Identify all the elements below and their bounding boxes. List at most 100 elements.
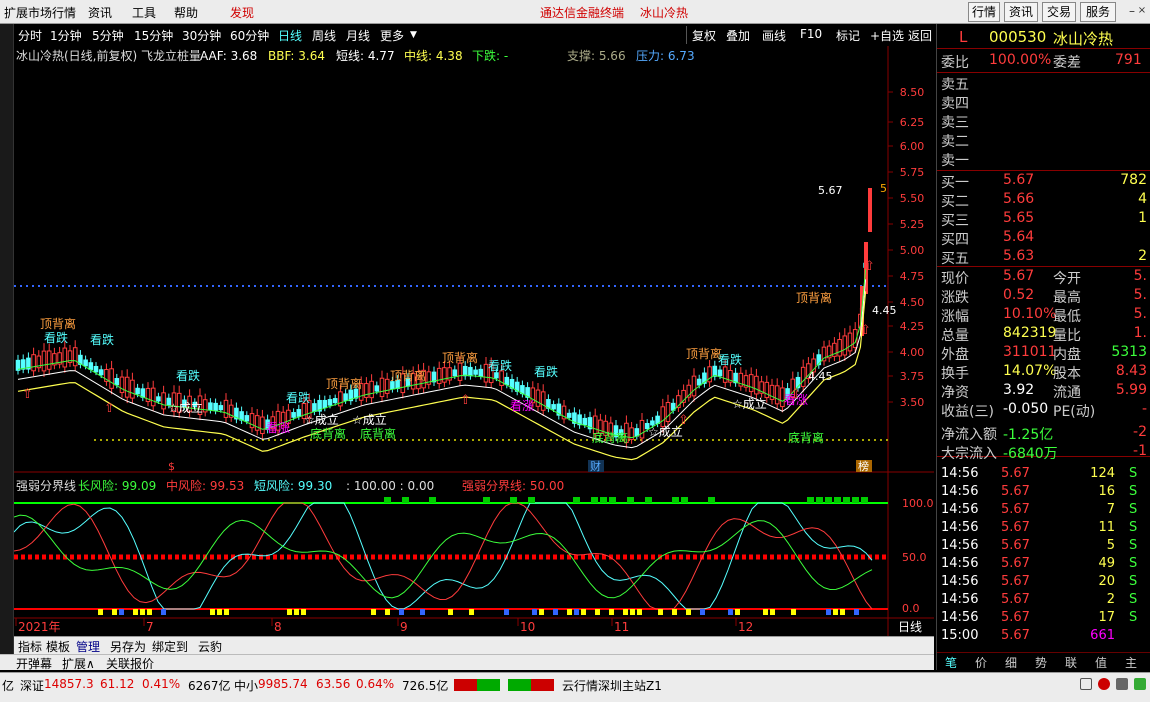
- panel-tab[interactable]: 联: [1065, 654, 1077, 671]
- lock-icon[interactable]: [1080, 678, 1092, 690]
- period-tab[interactable]: 1分钟: [50, 27, 82, 44]
- tab-related-quote[interactable]: 关联报价: [106, 655, 154, 672]
- strong-bar: [825, 497, 832, 503]
- tab-danmu[interactable]: 开弹幕: [16, 655, 52, 672]
- strong-bar: [627, 497, 634, 503]
- confirmed-label: ☆成立: [304, 412, 339, 427]
- sz-index-change: 61.12: [100, 677, 135, 691]
- button-draw-line[interactable]: 画线: [762, 27, 786, 44]
- candle-body: [223, 399, 229, 418]
- button-back[interactable]: 返回: [908, 27, 932, 44]
- tab-manage[interactable]: 管理: [76, 638, 100, 655]
- close-icon[interactable]: ×: [1134, 3, 1150, 19]
- button-quotes[interactable]: 行情: [968, 2, 1000, 22]
- period-tab[interactable]: 分时: [18, 27, 42, 44]
- panel-tab[interactable]: 势: [1035, 654, 1047, 671]
- link-stock-name[interactable]: 冰山冷热: [640, 4, 688, 21]
- chevron-down-icon[interactable]: ▼: [410, 30, 417, 40]
- divider: [937, 48, 1150, 49]
- button-mark[interactable]: 标记: [836, 27, 860, 44]
- period-tab[interactable]: 月线: [346, 27, 370, 44]
- strong-bar: [852, 497, 859, 503]
- panel-tab[interactable]: 值: [1095, 654, 1107, 671]
- signal-bar: [448, 609, 453, 615]
- strong-bar: [528, 497, 535, 503]
- candle-body: [774, 385, 780, 405]
- signal-bar: [133, 609, 138, 615]
- alert-icon[interactable]: [1098, 678, 1110, 690]
- period-tab[interactable]: 15分钟: [134, 27, 173, 44]
- period-tab[interactable]: 周线: [312, 27, 336, 44]
- down-label: 下跌: -: [472, 48, 508, 63]
- formula-tabs: 指标 模板 管理 另存为 绑定到 云豹: [14, 636, 934, 654]
- tab-yunbao[interactable]: 云豹: [198, 638, 222, 655]
- button-trade[interactable]: 交易: [1042, 2, 1076, 22]
- menu-item-help[interactable]: 帮助: [174, 4, 198, 21]
- indicator-tick-label: 0.0: [902, 602, 920, 615]
- confirmed-label: ☆成立: [352, 412, 387, 427]
- tab-indicator[interactable]: 指标: [18, 638, 42, 655]
- candle-body: [218, 405, 224, 411]
- watch-fall-label: 看跌: [718, 352, 742, 367]
- candle-body: [384, 378, 390, 394]
- period-tab[interactable]: 30分钟: [182, 27, 221, 44]
- link-tdx-terminal[interactable]: 通达信金融终端: [540, 4, 624, 21]
- extra-tabs: 开弹幕 扩展∧ 关联报价: [0, 654, 934, 672]
- period-tab[interactable]: 5分钟: [92, 27, 124, 44]
- date-label: 7: [146, 620, 154, 634]
- panel-tab[interactable]: 价: [975, 654, 987, 671]
- top-divergence-label: 顶背离: [686, 346, 722, 361]
- candle-body: [494, 372, 499, 379]
- quote-row: 涨跌 0.52 最高 5.: [941, 287, 1147, 306]
- market-breadth-icon: [508, 679, 554, 691]
- period-tab-more[interactable]: 更多: [380, 27, 404, 44]
- date-label: 12: [738, 620, 753, 634]
- candle-body: [696, 378, 702, 386]
- signal-bar: [672, 609, 677, 615]
- menu-item-ext-market[interactable]: 扩展市场行情: [4, 4, 76, 21]
- period-tab-active[interactable]: 日线: [278, 27, 302, 44]
- buy-arrow-icon: ⇧: [678, 413, 689, 428]
- panel-tab[interactable]: 细: [1005, 654, 1017, 671]
- status-bar: 亿 深证 14857.3 61.12 0.41% 6267亿 中小 9985.7…: [0, 672, 1150, 702]
- button-service[interactable]: 服务: [1080, 2, 1116, 22]
- signal-bar: [826, 609, 831, 615]
- candle-body: [582, 417, 588, 426]
- candle-body: [244, 415, 250, 422]
- quote-row: 总量 842319 量比 1.: [941, 325, 1147, 344]
- signal-bar: [532, 609, 537, 615]
- signal-bar: [623, 609, 628, 615]
- tab-bind-to[interactable]: 绑定到: [152, 638, 188, 655]
- candle-body: [296, 409, 302, 417]
- menu-item-news[interactable]: 资讯: [88, 4, 112, 21]
- top-divergence-label: 顶背离: [390, 368, 426, 383]
- divider: [937, 72, 1150, 73]
- kline-chart[interactable]: 冰山冷热(日线,前复权) 飞龙立桩量 AAF: 3.68 BBF: 3.64 短…: [14, 46, 934, 636]
- signal-bar: [595, 609, 600, 615]
- tab-extend[interactable]: 扩展∧: [62, 655, 95, 672]
- signal-bar: [371, 609, 376, 615]
- button-news[interactable]: 资讯: [1004, 2, 1038, 22]
- connection-icon[interactable]: [1134, 678, 1146, 690]
- market-breadth-icon: [454, 679, 500, 691]
- wei-bi-row: 委比 100.00% 委差 791: [941, 52, 1142, 71]
- menu-item-discover[interactable]: 发现: [230, 4, 254, 21]
- button-overlay[interactable]: 叠加: [726, 27, 750, 44]
- signal-bar: [728, 609, 733, 615]
- candle-body: [468, 366, 473, 377]
- panel-tab[interactable]: 主: [1125, 654, 1137, 671]
- menu-item-tools[interactable]: 工具: [132, 4, 156, 21]
- period-tab[interactable]: 60分钟: [230, 27, 269, 44]
- button-restore-rights[interactable]: 复权: [692, 27, 716, 44]
- tab-template[interactable]: 模板: [46, 638, 70, 655]
- divide-line-label: 强弱分界线: 50.00: [462, 479, 564, 493]
- candle-body: [717, 369, 723, 377]
- buy-arrow-icon: ⇧: [864, 259, 875, 274]
- panel-tab[interactable]: 笔: [945, 654, 957, 671]
- button-f10[interactable]: F10: [800, 27, 822, 41]
- settings-icon[interactable]: [1116, 678, 1128, 690]
- button-add-favorite[interactable]: +自选: [870, 27, 904, 44]
- strong-bar: [816, 497, 823, 503]
- tab-save-as[interactable]: 另存为: [110, 638, 146, 655]
- price-tick-label: 3.75: [900, 370, 925, 383]
